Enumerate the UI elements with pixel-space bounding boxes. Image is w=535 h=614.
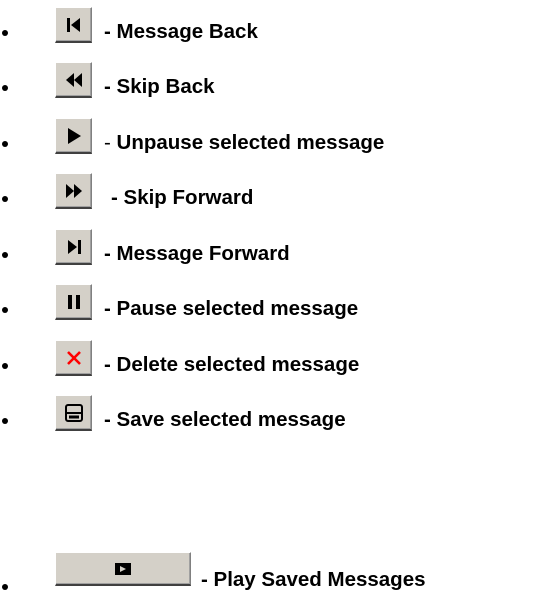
message-forward-button[interactable] (55, 229, 92, 265)
list-item-message-forward: - Message Forward (0, 224, 535, 280)
play-saved-icon (115, 562, 131, 575)
item-label: Unpause selected message (116, 131, 385, 154)
bullet (2, 307, 8, 313)
save-icon (64, 403, 83, 422)
item-dash: - (104, 20, 111, 43)
list-item-pause: - Pause selected message (0, 279, 535, 335)
bullet (2, 252, 8, 258)
message-back-icon (66, 17, 80, 32)
bullet (2, 85, 8, 91)
list-item-message-back: - Message Back (0, 2, 535, 58)
delete-button[interactable] (55, 340, 92, 376)
save-button[interactable] (55, 395, 92, 431)
bullet (2, 141, 8, 147)
item-label: Delete selected message (116, 353, 360, 376)
item-label: Skip Back (116, 75, 215, 98)
skip-back-button[interactable] (55, 62, 92, 98)
bullet (2, 196, 8, 202)
item-dash: - (104, 297, 111, 320)
play-button[interactable] (55, 118, 92, 154)
delete-icon (66, 350, 81, 365)
pause-icon (67, 294, 80, 309)
list-item-skip-back: - Skip Back (0, 57, 535, 113)
item-dash: - (104, 353, 111, 376)
bullet (2, 584, 8, 590)
skip-back-icon (65, 72, 82, 87)
skip-forward-icon (65, 183, 82, 198)
list-item-save: - Save selected message (0, 390, 535, 446)
item-label: Message Forward (116, 242, 290, 265)
item-dash: - (104, 408, 111, 431)
play-saved-button[interactable] (55, 552, 191, 586)
item-label: Save selected message (116, 408, 346, 431)
message-forward-icon (67, 239, 81, 254)
bullet (2, 418, 8, 424)
item-label: Play Saved Messages (213, 568, 426, 591)
item-dash: - (111, 186, 118, 209)
bullet (2, 363, 8, 369)
item-label: Pause selected message (116, 297, 359, 320)
item-dash: - (104, 131, 111, 154)
item-dash: - (201, 568, 208, 591)
list-item-delete: - Delete selected message (0, 335, 535, 391)
list-item-unpause: - Unpause selected message (0, 113, 535, 169)
play-icon (67, 127, 81, 144)
list-item-skip-forward: - Skip Forward (0, 168, 535, 224)
skip-forward-button[interactable] (55, 173, 92, 209)
item-dash: - (104, 242, 111, 265)
item-label: Skip Forward (123, 186, 254, 209)
item-dash: - (104, 75, 111, 98)
toolbar-legend-list: - Message Back - Skip Back - Unpause sel… (0, 0, 535, 614)
bullet (2, 30, 8, 36)
pause-button[interactable] (55, 284, 92, 320)
item-label: Message Back (116, 20, 258, 43)
list-item-play-saved: - Play Saved Messages (0, 552, 535, 612)
message-back-button[interactable] (55, 7, 92, 43)
